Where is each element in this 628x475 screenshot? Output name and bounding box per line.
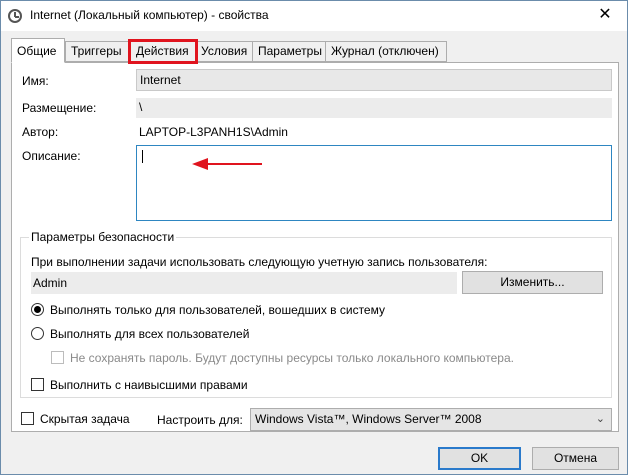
hidden-task-label: Скрытая задача (40, 412, 130, 426)
tab-history[interactable]: Журнал (отключен) (325, 41, 447, 62)
highest-privileges-row[interactable]: Выполнить с наивысшими правами (31, 377, 591, 393)
task-properties-window: Internet (Локальный компьютер) - свойств… (0, 0, 628, 475)
security-options-group: Параметры безопасности При выполнении за… (20, 230, 612, 398)
name-label: Имя: (22, 74, 49, 88)
description-label: Описание: (22, 149, 81, 163)
radio-logged-on[interactable] (31, 303, 44, 316)
highest-privileges-label: Выполнить с наивысшими правами (50, 378, 248, 392)
tab-conditions[interactable]: Условия (195, 41, 253, 62)
cancel-button[interactable]: Отмена (532, 447, 619, 470)
location-field: \ (136, 98, 612, 118)
highest-privileges-checkbox[interactable] (31, 378, 44, 391)
general-tab-panel: Имя: Internet Размещение: \ Автор: LAPTO… (11, 62, 619, 432)
tab-settings[interactable]: Параметры (252, 41, 326, 62)
change-user-button[interactable]: Изменить... (462, 271, 603, 294)
author-label: Автор: (22, 125, 59, 139)
account-value: Admin (33, 276, 68, 290)
location-label: Размещение: (22, 101, 97, 115)
configure-for-value: Windows Vista™, Windows Server™ 2008 (255, 412, 482, 426)
radio-logged-on-row[interactable]: Выполнять только для пользователей, воше… (31, 302, 591, 318)
title-bar: Internet (Локальный компьютер) - свойств… (1, 1, 627, 31)
name-field: Internet (136, 69, 612, 91)
hidden-task-checkbox[interactable] (21, 412, 34, 425)
author-value: LAPTOP-L3PANH1S\Admin (139, 125, 288, 139)
red-arrow-annotation (192, 158, 262, 170)
security-group-title: Параметры безопасности (29, 230, 177, 244)
ok-button[interactable]: OK (438, 447, 521, 470)
window-title: Internet (Локальный компьютер) - свойств… (30, 8, 269, 22)
tab-general[interactable]: Общие (11, 38, 65, 63)
chevron-down-icon: ⌄ (595, 413, 605, 425)
close-button[interactable]: ✕ (583, 1, 627, 31)
clock-icon (8, 9, 22, 23)
location-value: \ (139, 100, 143, 114)
radio-all-users-row[interactable]: Выполнять для всех пользователей (31, 326, 591, 342)
radio-all-users[interactable] (31, 327, 44, 340)
tab-actions[interactable]: Действия (128, 39, 198, 64)
account-field: Admin (31, 272, 457, 294)
radio-logged-on-label: Выполнять только для пользователей, воше… (50, 303, 385, 317)
tab-triggers[interactable]: Триггеры (65, 41, 129, 62)
configure-for-label: Настроить для: (157, 413, 243, 427)
account-prompt: При выполнении задачи использовать следу… (31, 255, 488, 269)
name-value: Internet (140, 73, 181, 87)
no-save-password-label: Не сохранять пароль. Будут доступны ресу… (70, 351, 514, 365)
text-caret (142, 150, 143, 163)
configure-for-select[interactable]: Windows Vista™, Windows Server™ 2008 ⌄ (250, 408, 612, 431)
no-save-password-row: Не сохранять пароль. Будут доступны ресу… (51, 350, 591, 366)
no-save-password-checkbox (51, 351, 64, 364)
hidden-task-row[interactable]: Скрытая задача (21, 412, 161, 428)
radio-all-users-label: Выполнять для всех пользователей (50, 327, 250, 341)
